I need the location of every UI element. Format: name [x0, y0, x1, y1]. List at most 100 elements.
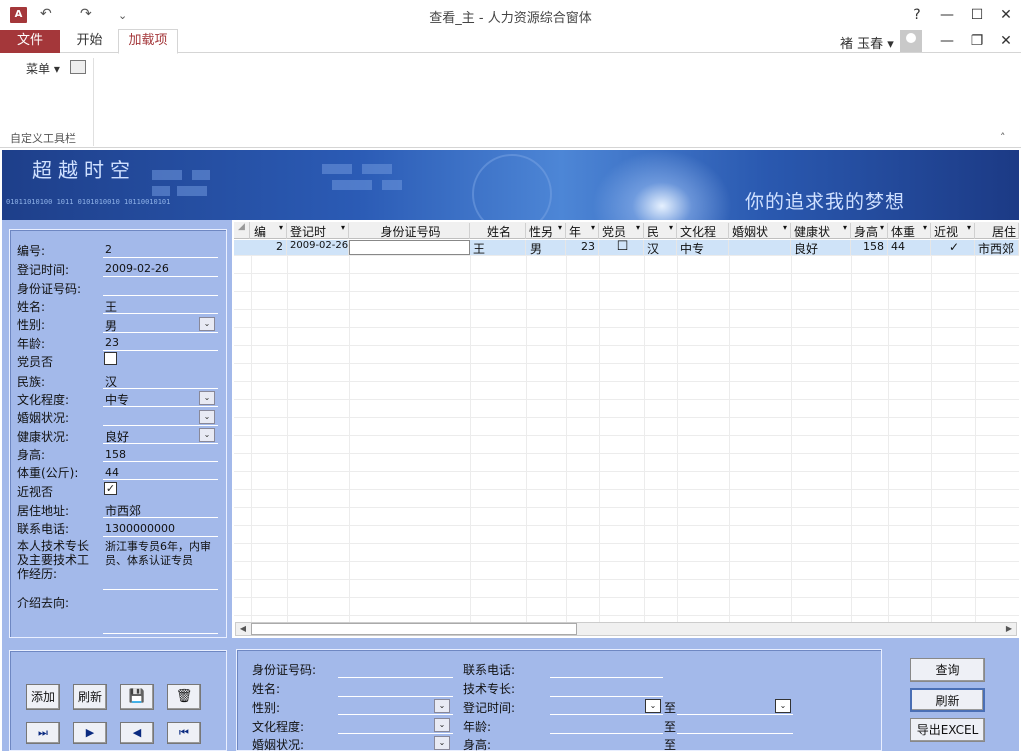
- column-filter-icon[interactable]: ▾: [636, 223, 640, 232]
- date-to-dropdown-icon[interactable]: ⌄: [775, 699, 791, 713]
- col-header-education[interactable]: 文化程: [677, 223, 729, 239]
- search-phone-input[interactable]: [550, 677, 663, 678]
- toolbar-icon[interactable]: [70, 60, 86, 74]
- menu-dropdown[interactable]: 菜单 ▾: [26, 60, 60, 77]
- search-education-dropdown-icon[interactable]: ⌄: [434, 718, 450, 732]
- cell-height[interactable]: 158: [851, 240, 888, 255]
- cell-weight[interactable]: 44: [888, 240, 931, 255]
- inner-close-button[interactable]: ✕: [995, 30, 1017, 52]
- column-filter-icon[interactable]: ▾: [591, 223, 595, 232]
- column-filter-icon[interactable]: ▾: [279, 223, 283, 232]
- trash-icon[interactable]: 🗑: [167, 684, 201, 710]
- cell-register-time[interactable]: 2009-02-26: [287, 240, 349, 255]
- value-register-time[interactable]: 2009-02-26: [105, 262, 169, 275]
- search-name-input[interactable]: [338, 696, 453, 697]
- cell-party-checkbox[interactable]: ☐: [599, 240, 644, 255]
- scroll-left-icon[interactable]: ◀: [236, 623, 250, 635]
- value-age[interactable]: 23: [105, 336, 119, 349]
- help-button[interactable]: ?: [906, 4, 928, 26]
- column-filter-icon[interactable]: ▾: [843, 223, 847, 232]
- cell-age[interactable]: 23: [566, 240, 599, 255]
- search-age-from[interactable]: [550, 733, 663, 734]
- next-record-icon[interactable]: ▶: [73, 722, 107, 744]
- avatar[interactable]: [900, 30, 922, 52]
- tab-file[interactable]: 文件: [0, 30, 60, 53]
- minimize-button[interactable]: —: [936, 4, 958, 26]
- refresh-button[interactable]: 刷新: [910, 688, 985, 712]
- value-skills[interactable]: 浙江事专员6年，内审员、体系认证专员: [105, 540, 220, 568]
- last-record-icon[interactable]: ⏭: [26, 722, 60, 744]
- tab-addins[interactable]: 加载项: [118, 29, 178, 54]
- first-record-icon[interactable]: ⏮: [167, 722, 201, 744]
- scrollbar-thumb[interactable]: [251, 623, 577, 635]
- inner-minimize-button[interactable]: —: [936, 30, 958, 52]
- cell-ethnicity[interactable]: 汉: [644, 240, 677, 255]
- prev-record-icon[interactable]: ◀: [120, 722, 154, 744]
- search-register-from[interactable]: [550, 714, 663, 715]
- search-skills-input[interactable]: [550, 696, 663, 697]
- search-age-to[interactable]: [677, 733, 793, 734]
- col-header-nearsighted[interactable]: 近视 ▾: [931, 223, 975, 239]
- select-all-corner[interactable]: ◢: [234, 222, 250, 239]
- nearsighted-checkbox[interactable]: ✓: [104, 482, 117, 495]
- collapse-ribbon-icon[interactable]: ˄: [1000, 131, 1006, 144]
- datasheet-grid[interactable]: [234, 222, 1019, 637]
- date-from-dropdown-icon[interactable]: ⌄: [645, 699, 661, 713]
- search-register-to[interactable]: [677, 714, 793, 715]
- col-header-marital[interactable]: 婚姻状 ▾: [729, 223, 791, 239]
- column-filter-icon[interactable]: ▾: [558, 223, 562, 232]
- scroll-right-icon[interactable]: ▶: [1002, 623, 1016, 635]
- tab-home[interactable]: 开始: [62, 30, 117, 53]
- value-weight[interactable]: 44: [105, 466, 119, 479]
- column-filter-icon[interactable]: ▾: [341, 223, 345, 232]
- add-button[interactable]: 添加: [26, 684, 60, 710]
- search-education-select[interactable]: [338, 733, 453, 734]
- search-gender-dropdown-icon[interactable]: ⌄: [434, 699, 450, 713]
- col-header-id-number[interactable]: 身份证号码: [349, 223, 470, 239]
- cell-marital[interactable]: [729, 240, 791, 255]
- column-filter-icon[interactable]: ▾: [967, 223, 971, 232]
- column-filter-icon[interactable]: ▾: [783, 223, 787, 232]
- refresh-record-button[interactable]: 刷新: [73, 684, 107, 710]
- restore-button[interactable]: ❐: [966, 30, 988, 52]
- cell-id[interactable]: 2: [251, 240, 287, 255]
- value-phone[interactable]: 1300000000: [105, 522, 175, 535]
- party-member-checkbox[interactable]: [104, 352, 117, 365]
- col-header-party[interactable]: 党员 ▾: [599, 223, 644, 239]
- search-id-number-input[interactable]: [338, 677, 453, 678]
- search-gender-select[interactable]: [338, 714, 453, 715]
- query-button[interactable]: 查询: [910, 658, 985, 682]
- column-filter-icon[interactable]: ▾: [923, 223, 927, 232]
- cell-address[interactable]: 市西郊: [975, 240, 1019, 255]
- col-header-gender[interactable]: 性另 ▾: [526, 223, 566, 239]
- col-header-name[interactable]: 姓名: [470, 223, 526, 239]
- user-account[interactable]: 褚 玉春 ▾: [840, 33, 894, 52]
- col-header-health[interactable]: 健康状 ▾: [791, 223, 851, 239]
- col-header-weight[interactable]: 体重 ▾: [888, 223, 931, 239]
- cell-id-number[interactable]: [349, 240, 470, 255]
- search-marital-dropdown-icon[interactable]: ⌄: [434, 736, 450, 750]
- health-dropdown-icon[interactable]: ⌄: [199, 428, 215, 442]
- save-icon[interactable]: 💾: [120, 684, 154, 710]
- gender-dropdown-icon[interactable]: ⌄: [199, 317, 215, 331]
- value-id[interactable]: 2: [105, 243, 112, 256]
- col-header-height[interactable]: 身高 ▾: [851, 223, 888, 239]
- cell-nearsighted-checkbox[interactable]: ✓: [931, 240, 975, 255]
- marital-dropdown-icon[interactable]: ⌄: [199, 410, 215, 424]
- cell-gender[interactable]: 男: [526, 240, 566, 255]
- cell-health[interactable]: 良好: [791, 240, 851, 255]
- cell-name[interactable]: 王: [470, 240, 526, 255]
- col-header-ethnicity[interactable]: 民 ▾: [644, 223, 677, 239]
- column-filter-icon[interactable]: ▾: [669, 223, 673, 232]
- value-height[interactable]: 158: [105, 448, 126, 461]
- col-header-age[interactable]: 年 ▾: [566, 223, 599, 239]
- col-header-address[interactable]: 居住: [975, 223, 1019, 239]
- education-dropdown-icon[interactable]: ⌄: [199, 391, 215, 405]
- export-excel-button[interactable]: 导出EXCEL: [910, 718, 985, 742]
- close-button[interactable]: ✕: [995, 4, 1017, 26]
- column-filter-icon[interactable]: ▾: [880, 223, 884, 232]
- maximize-button[interactable]: ☐: [966, 4, 988, 26]
- col-header-register-time[interactable]: 登记时 ▾: [287, 223, 349, 239]
- col-header-id[interactable]: 编 ▾: [251, 223, 287, 239]
- cell-education[interactable]: 中专: [677, 240, 729, 255]
